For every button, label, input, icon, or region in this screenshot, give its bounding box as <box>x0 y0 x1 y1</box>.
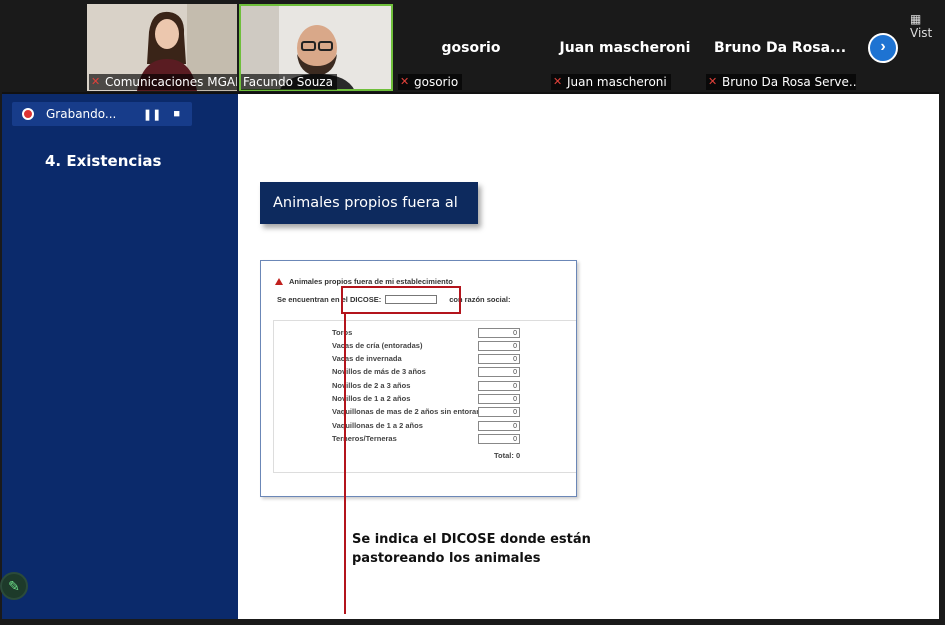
view-button[interactable]: ▦ Vist <box>910 12 945 40</box>
muted-mic-icon: ✕ <box>708 75 718 88</box>
participant-name-label: Facundo Souza <box>241 74 337 90</box>
bottom-bar <box>0 619 945 625</box>
participant-name-label: ✕ Juan mascheroni <box>551 74 671 90</box>
meeting-window: ✕ Comunicaciones MGAP Facundo Souza gosor… <box>0 0 945 625</box>
chevron-right-icon: › <box>880 38 886 55</box>
annotation-text: Se indica el DICOSE donde están pastorea… <box>352 532 591 566</box>
participant-tile-3[interactable]: gosorio ✕ gosorio <box>396 4 546 91</box>
muted-mic-icon: ✕ <box>400 75 410 88</box>
next-participants-button[interactable]: › <box>868 33 898 63</box>
animal-row: Novillos de más de 3 años 0 <box>332 365 572 378</box>
participant-tile-2[interactable]: Facundo Souza <box>239 4 393 91</box>
animal-row: Vaquillonas de 1 a 2 años 0 <box>332 419 572 432</box>
animal-table: Toros 0 Vacas de cría (entoradas) 0 Vacas … <box>273 321 576 473</box>
animal-row: Terneros/Terneras 0 <box>332 432 572 445</box>
recording-label: Grabando... <box>46 107 117 121</box>
animal-row: Vacas de cría (entoradas) 0 <box>332 339 572 352</box>
animal-row: Toros 0 <box>332 326 572 339</box>
participant-tile-5[interactable]: Bruno Da Rosa... ✕ Bruno Da Rosa Serve... <box>704 4 856 91</box>
highlight-connector-line <box>344 314 346 614</box>
record-icon <box>22 108 34 120</box>
slide-heading: Animales propios fuera al 30/6 <box>260 182 478 253</box>
stop-icon[interactable]: ■ <box>173 108 180 120</box>
shared-screen: Grabando... ❚❚ ■ 4. Existencias ✎ Animal… <box>0 92 939 619</box>
grid-icon: ▦ <box>910 12 922 26</box>
animal-row: Vacas de invernada 0 <box>332 352 572 365</box>
recording-bar: Grabando... ❚❚ ■ <box>12 102 192 126</box>
warning-triangle-icon <box>275 278 283 285</box>
annotate-button[interactable]: ✎ <box>0 572 28 600</box>
muted-mic-icon: ✕ <box>553 75 563 88</box>
pencil-icon: ✎ <box>8 578 20 594</box>
form-title: Animales propios fuera de mi establecimi… <box>275 277 453 286</box>
pause-icon[interactable]: ❚❚ <box>143 108 161 121</box>
animal-row: Novillos de 1 a 2 años 0 <box>332 392 572 405</box>
participant-name-label: ✕ Comunicaciones MGAP <box>89 74 237 90</box>
participant-tile-1[interactable]: ✕ Comunicaciones MGAP <box>87 4 237 91</box>
animal-row: Novillos de 2 a 3 años 0 <box>332 379 572 392</box>
participant-tile-4[interactable]: Juan mascheroni ✕ Juan mascheroni <box>549 4 701 91</box>
participant-name-label: ✕ gosorio <box>398 74 463 90</box>
dicose-highlight-box <box>341 286 461 314</box>
section-title: 4. Existencias <box>45 152 162 170</box>
participant-strip: ✕ Comunicaciones MGAP Facundo Souza gosor… <box>0 0 945 92</box>
muted-mic-icon: ✕ <box>91 75 101 88</box>
slide-side-panel: Grabando... ❚❚ ■ 4. Existencias ✎ <box>0 94 238 619</box>
total-label: Total: 0 <box>494 451 521 460</box>
participant-name-label: ✕ Bruno Da Rosa Serve... <box>706 74 856 90</box>
animal-row: Vaquillonas de mas de 2 años sin entorar… <box>332 405 572 418</box>
